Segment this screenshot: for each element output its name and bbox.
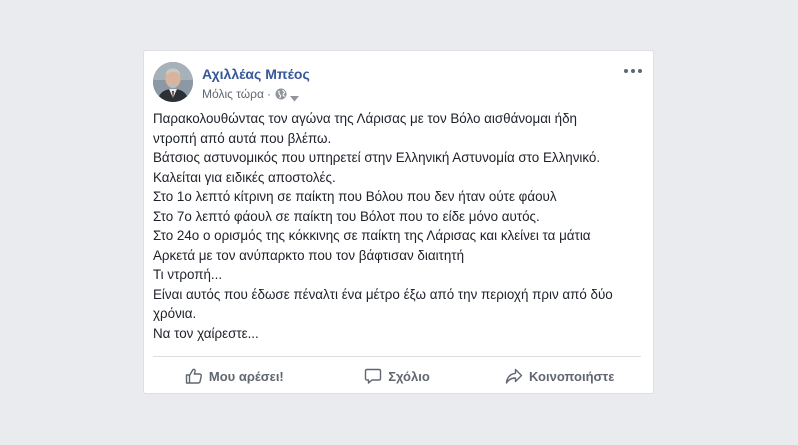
like-button[interactable]: Μου αρέσει!	[153, 357, 316, 395]
post-text-line: ντροπή από αυτά που βλέπω.	[153, 130, 332, 146]
post-actions: Μου αρέσει! Σχόλιο Κοινοποιήστε	[153, 357, 641, 395]
globe-icon[interactable]	[275, 88, 287, 100]
comment-button[interactable]: Σχόλιο	[316, 357, 479, 395]
share-button[interactable]: Κοινοποιήστε	[478, 357, 641, 395]
post-text-line: Στο 24ο ο ορισμός της κόκκινης σε παίκτη…	[153, 228, 591, 243]
post-timestamp[interactable]: Μόλις τώρα	[202, 87, 264, 101]
like-label: Μου αρέσει!	[208, 368, 284, 384]
profile-photo	[153, 62, 193, 102]
meta-separator: ·	[266, 87, 271, 101]
share-label: Κοινοποιήστε	[528, 368, 615, 384]
comment-label: Σχόλιο	[388, 368, 430, 384]
post-text-line: Στο 7ο λεπτό φάουλ σε παίκτη του Βόλοτ π…	[153, 208, 540, 224]
post-text-line: Βάτσιος αστυνομικός που υπηρετεί στην Ελ…	[153, 150, 601, 165]
comment-icon	[364, 367, 382, 385]
share-icon	[505, 367, 523, 385]
thumbs-up-icon	[185, 367, 203, 385]
chevron-down-icon[interactable]	[289, 91, 299, 102]
post-text-line: Παρακολουθώντας τον αγώνα της Λάρισας με…	[153, 111, 577, 126]
post-text-line: Καλείται για ειδικές αποστολές.	[153, 169, 336, 185]
author-name[interactable]: Αχιλλέας Μπέος	[202, 66, 310, 82]
post-text-line: Αρκετά με τον ανύπαρκτο που τον βάφτισαν…	[153, 247, 465, 263]
post-text-line: Τι ντροπή...	[153, 267, 223, 282]
post-text-line: χρόνια.	[153, 306, 197, 321]
post-text-line: Στο 1ο λεπτό κίτρινη σε παίκτη που Βόλου…	[153, 189, 557, 204]
post-text-line: Είναι αυτός που έδωσε πέναλτι ένα μέτρο …	[153, 286, 613, 302]
post-text-line: Να τον χαίρεστε...	[153, 325, 259, 341]
post-card: Αχιλλέας Μπέος Μόλις τώρα · Παρακολουθών…	[143, 50, 654, 394]
avatar[interactable]	[153, 62, 193, 102]
post-meta: Μόλις τώρα ·	[202, 87, 299, 102]
post-body: Παρακολουθώντας τον αγώνα της Λάρισας με…	[153, 109, 645, 343]
post-header: Αχιλλέας Μπέος Μόλις τώρα ·	[153, 62, 644, 104]
more-options-icon[interactable]	[622, 64, 644, 78]
